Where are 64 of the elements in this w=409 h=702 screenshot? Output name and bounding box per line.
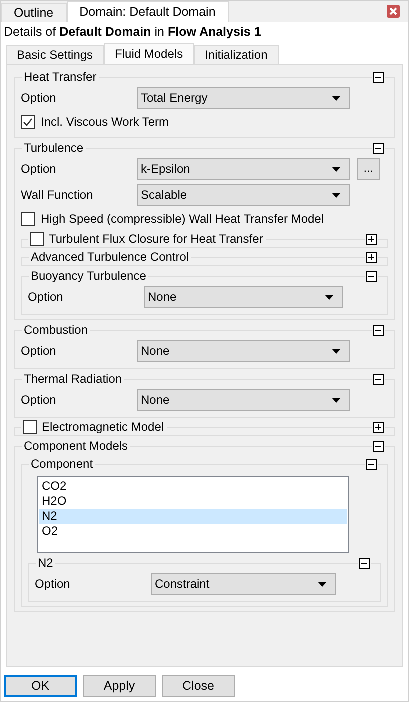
expand-icon[interactable] bbox=[365, 234, 378, 244]
collapse-icon[interactable] bbox=[372, 324, 385, 336]
checkbox[interactable] bbox=[30, 232, 44, 246]
collapse-icon[interactable] bbox=[358, 558, 371, 568]
group-title: Combustion bbox=[22, 323, 90, 337]
checkbox[interactable] bbox=[21, 115, 35, 129]
group-title: Component bbox=[29, 457, 96, 471]
caret-icon bbox=[325, 294, 334, 300]
expand-icon[interactable] bbox=[372, 422, 385, 432]
dropdown[interactable]: k-Epsilon bbox=[137, 158, 350, 180]
list-item[interactable]: O2 bbox=[39, 524, 347, 539]
window-tab[interactable]: Domain: Default Domain bbox=[66, 1, 229, 22]
details-title: Details of Default Domain in Flow Analysis 1 bbox=[3, 24, 262, 41]
collapse-icon[interactable] bbox=[372, 72, 385, 82]
group-title: Turbulence bbox=[22, 141, 86, 155]
checkbox-label: High Speed (compressible) Wall Heat Transfer Model bbox=[41, 212, 324, 226]
list-item[interactable]: CO2 bbox=[39, 479, 347, 494]
collapse-icon[interactable] bbox=[372, 440, 385, 452]
tab[interactable]: Basic Settings bbox=[6, 45, 104, 64]
dropdown[interactable]: Total Energy bbox=[137, 87, 350, 109]
group-title: Buoyancy Turbulence bbox=[29, 269, 148, 283]
caret-icon bbox=[332, 96, 341, 100]
dialog-button[interactable]: Apply bbox=[83, 675, 156, 697]
list-item[interactable]: N2 bbox=[39, 509, 347, 524]
caret-icon bbox=[332, 398, 341, 402]
dropdown[interactable]: Constraint bbox=[151, 573, 336, 595]
dialog-button[interactable]: Close bbox=[162, 675, 235, 697]
group-title: Thermal Radiation bbox=[22, 372, 124, 386]
collapse-icon[interactable] bbox=[365, 270, 378, 282]
field-label: Option bbox=[28, 290, 64, 304]
close-icon[interactable] bbox=[387, 5, 400, 18]
checkbox[interactable] bbox=[21, 212, 35, 226]
field-label: Option bbox=[21, 393, 58, 407]
collapse-icon[interactable] bbox=[372, 142, 385, 154]
group-title: Heat Transfer bbox=[22, 70, 99, 84]
collapse-icon[interactable] bbox=[372, 374, 385, 384]
field-label: Option bbox=[35, 577, 72, 591]
group-title: N2 bbox=[36, 556, 56, 570]
dropdown[interactable]: Scalable bbox=[137, 184, 350, 206]
field-label: Option bbox=[21, 344, 58, 358]
checkbox-label: Incl. Viscous Work Term bbox=[41, 115, 170, 129]
tab[interactable]: Fluid Models bbox=[104, 43, 194, 64]
field-label: Option bbox=[21, 162, 58, 176]
dropdown[interactable]: None bbox=[137, 389, 350, 411]
list-item[interactable]: H2O bbox=[39, 494, 347, 509]
field-label: Option bbox=[21, 91, 58, 105]
group-title: Turbulent Flux Closure for Heat Transfer bbox=[49, 232, 264, 246]
dropdown[interactable]: None bbox=[144, 286, 343, 308]
group-title: Component Models bbox=[22, 439, 130, 453]
dropdown[interactable]: None bbox=[137, 340, 350, 362]
group-title: Advanced Turbulence Control bbox=[29, 250, 192, 264]
checkbox[interactable] bbox=[23, 420, 37, 434]
window-tab[interactable]: Outline bbox=[1, 3, 67, 22]
expand-icon[interactable] bbox=[365, 252, 378, 262]
caret-icon bbox=[332, 192, 341, 198]
field-label: Wall Function bbox=[21, 188, 94, 202]
group-title: Electromagnetic Model bbox=[42, 420, 164, 434]
caret-icon bbox=[332, 348, 341, 354]
collapse-icon[interactable] bbox=[365, 458, 378, 470]
caret-icon bbox=[318, 582, 327, 586]
ok-button[interactable]: OK bbox=[4, 675, 77, 697]
tab[interactable]: Initialization bbox=[194, 45, 279, 64]
caret-icon bbox=[332, 166, 341, 172]
browse-button[interactable]: ... bbox=[357, 158, 380, 180]
